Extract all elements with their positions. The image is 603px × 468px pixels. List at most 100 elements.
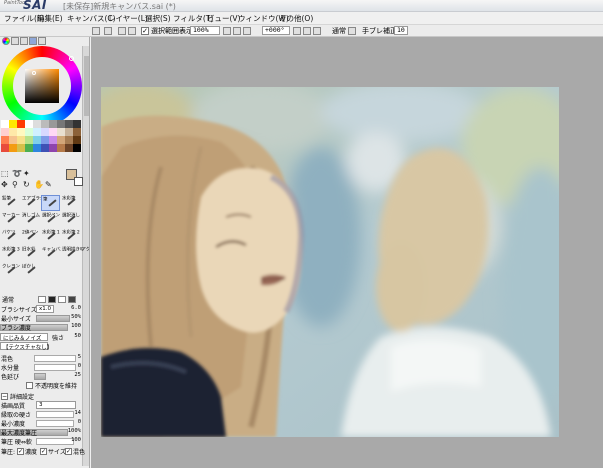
tool-button[interactable]: エアブラシ [21, 195, 44, 211]
zoom-in-icon[interactable] [233, 27, 241, 35]
tool-button[interactable]: 水彩筆 2 [61, 229, 80, 245]
color-swatch[interactable] [25, 144, 33, 152]
color-swatch[interactable] [49, 128, 57, 136]
canvas-workspace[interactable] [91, 37, 603, 468]
menu-edit[interactable]: 編集(E) [37, 13, 63, 24]
undo-icon[interactable] [92, 27, 100, 35]
rotate-right-icon[interactable] [303, 27, 311, 35]
zoom-out-icon[interactable] [223, 27, 231, 35]
blend-mode-dropdown-icon[interactable] [348, 27, 356, 35]
tool-button[interactable]: マーカー [1, 212, 20, 228]
color-swatch[interactable] [73, 120, 81, 128]
color-swatch[interactable] [9, 120, 17, 128]
color-swatch[interactable] [65, 128, 73, 136]
menu-other[interactable]: その他(O) [279, 13, 313, 24]
color-swatch[interactable] [49, 144, 57, 152]
tool-button[interactable]: クレヨン [1, 263, 20, 279]
texture-strength-value[interactable]: 50 [74, 333, 81, 339]
color-swatch[interactable] [57, 136, 65, 144]
invert-selection-icon[interactable] [128, 27, 136, 35]
stabilizer-field[interactable]: 10 [394, 26, 408, 35]
quality-dropdown[interactable]: 3 [36, 401, 76, 409]
rgb-slider-tab-icon[interactable] [11, 37, 19, 45]
color-swatch[interactable] [57, 144, 65, 152]
tool-button[interactable]: キャンバス アクリル [41, 246, 84, 262]
move-icon[interactable]: ✥ [1, 180, 8, 189]
color-swatch[interactable] [33, 128, 41, 136]
pressure-mix-checkbox[interactable]: ✓ [65, 448, 72, 455]
color-swatch[interactable] [73, 144, 81, 152]
tool-button[interactable]: バケツ [1, 229, 20, 245]
color-swatch[interactable] [41, 144, 49, 152]
color-swatch[interactable] [73, 136, 81, 144]
color-swatch[interactable] [17, 120, 25, 128]
texture2-dropdown[interactable]: 【テクスチャなし】 [0, 342, 52, 351]
color-swatch[interactable] [25, 128, 33, 136]
drawing-canvas[interactable] [101, 87, 559, 437]
lasso-icon[interactable]: ➰ [12, 169, 22, 178]
left-panel-scrollbar[interactable] [82, 46, 89, 466]
color-wheel[interactable] [2, 46, 82, 126]
tool-button[interactable]: 消しゴム [21, 212, 40, 228]
color-swatch[interactable] [41, 128, 49, 136]
color-swatch[interactable] [65, 120, 73, 128]
tool-button[interactable]: 水彩筆 1 [41, 229, 60, 245]
rotation-field[interactable]: +000° [262, 26, 290, 35]
background-color[interactable] [74, 177, 83, 186]
tool-button[interactable]: 筆 [41, 195, 60, 211]
brush-size-multiplier[interactable]: x1.0 [36, 305, 54, 313]
color-swatch[interactable] [65, 136, 73, 144]
color-swatch[interactable] [9, 136, 17, 144]
menu-select[interactable]: 選択(S) [145, 13, 171, 24]
color-swatch[interactable] [57, 128, 65, 136]
brush-mode-label[interactable]: 通常 [2, 295, 14, 304]
sv-marker-icon[interactable] [32, 71, 36, 75]
texture-dropdown[interactable]: にじみ＆ノイズ [0, 333, 48, 342]
color-swatch[interactable] [41, 120, 49, 128]
blend-mode-label[interactable]: 通常 [332, 26, 346, 36]
min-density-slider[interactable] [36, 420, 74, 427]
color-swatch[interactable] [25, 120, 33, 128]
tool-button[interactable]: 選択消し [61, 212, 80, 228]
menu-layer[interactable]: レイヤー(L) [108, 13, 148, 24]
zoom-icon[interactable]: ⚲ [12, 180, 18, 189]
brush-shape-4-icon[interactable] [68, 296, 76, 303]
keep-opacity-checkbox[interactable] [26, 382, 33, 389]
color-swatch[interactable] [33, 144, 41, 152]
brush-shape-2-icon[interactable] [48, 296, 56, 303]
water-slider[interactable] [34, 364, 76, 371]
tool-button[interactable]: 水彩筆 3 [1, 246, 20, 262]
pressure-hardness-slider[interactable] [36, 438, 74, 445]
color-swatch[interactable] [1, 128, 9, 136]
hand-icon[interactable]: ✋ [34, 180, 44, 189]
color-swatch[interactable] [17, 128, 25, 136]
magic-wand-icon[interactable]: ✦ [23, 169, 30, 178]
color-swatch[interactable] [41, 136, 49, 144]
color-swatch[interactable] [73, 128, 81, 136]
deselect-icon[interactable] [118, 27, 126, 35]
tool-button[interactable]: ぼかし [21, 263, 40, 279]
color-swatch[interactable] [17, 144, 25, 152]
zoom-reset-icon[interactable] [243, 27, 251, 35]
color-swatch[interactable] [65, 144, 73, 152]
tool-button[interactable]: 2値ペン [21, 229, 40, 245]
min-size-slider[interactable] [36, 315, 70, 322]
selection-rect-icon[interactable]: ⬚ [1, 169, 9, 178]
color-swatch[interactable] [57, 120, 65, 128]
swatch-tab-icon[interactable] [29, 37, 37, 45]
tool-button[interactable]: 旧水彩 [21, 246, 40, 262]
hue-marker-icon[interactable] [69, 56, 74, 61]
color-swatch[interactable] [33, 136, 41, 144]
detail-settings-toggle[interactable]: − [1, 393, 8, 400]
color-swatch[interactable] [49, 136, 57, 144]
brush-shape-1-icon[interactable] [38, 296, 46, 303]
persistence-slider[interactable] [34, 373, 46, 380]
color-swatch[interactable] [9, 128, 17, 136]
color-swatch[interactable] [33, 120, 41, 128]
hsv-slider-tab-icon[interactable] [20, 37, 28, 45]
scrollbar-thumb[interactable] [84, 56, 89, 116]
color-swatch[interactable] [17, 136, 25, 144]
selection-display-checkbox[interactable]: ✓ [141, 27, 149, 35]
brush-shape-3-icon[interactable] [58, 296, 66, 303]
color-swatch[interactable] [1, 120, 9, 128]
